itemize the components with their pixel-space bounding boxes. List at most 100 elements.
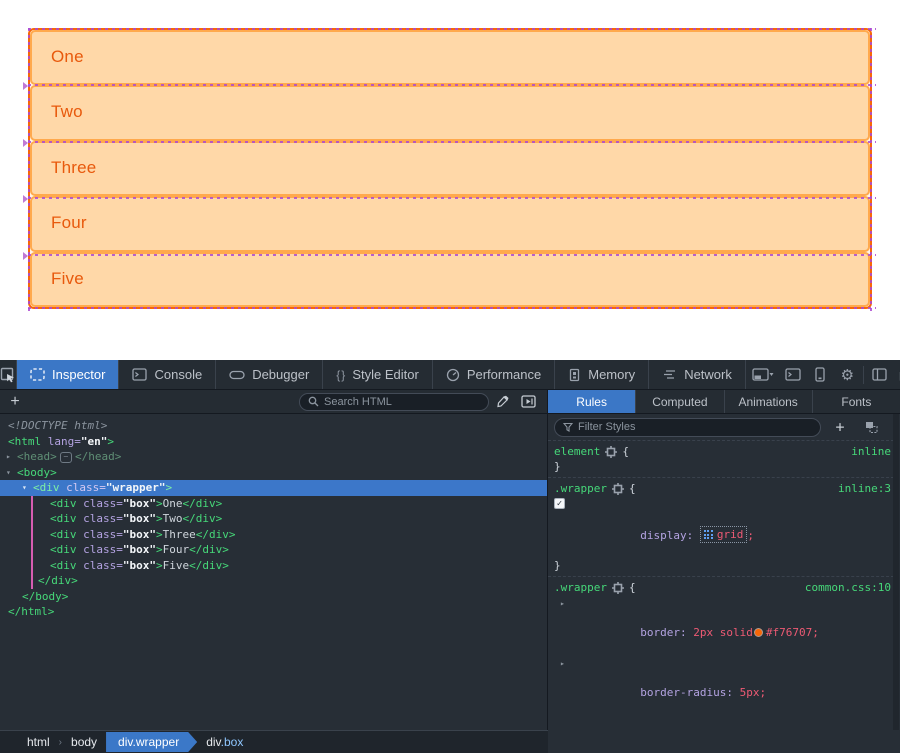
- breadcrumb: html › body div.wrapper div.box: [0, 730, 548, 753]
- tab-style-editor[interactable]: { } Style Editor: [323, 360, 433, 389]
- tab-debugger[interactable]: Debugger: [216, 360, 323, 389]
- tab-label: Inspector: [52, 367, 105, 382]
- tab-label: Memory: [588, 367, 635, 382]
- rule-source-link[interactable]: inline:3: [838, 481, 891, 496]
- tree-line-html[interactable]: <html lang="en">: [0, 434, 547, 450]
- separate-window-button[interactable]: [893, 360, 900, 389]
- color-swatch[interactable]: [754, 628, 763, 637]
- tree-line-div-wrapper-selected[interactable]: ▾<div class="wrapper">: [0, 480, 547, 496]
- highlighter-target-icon[interactable]: [612, 582, 624, 594]
- breadcrumb-item-html[interactable]: html: [18, 735, 59, 749]
- declaration-checkbox[interactable]: ✓: [554, 498, 565, 509]
- tree-line-body[interactable]: ▾<body>: [0, 465, 547, 481]
- grid-box: Four: [30, 196, 870, 251]
- filter-styles-box[interactable]: [554, 418, 821, 437]
- tab-memory[interactable]: Memory: [555, 360, 649, 389]
- boxed-play-icon: [521, 395, 536, 408]
- rendered-page: One Two Three Four Five: [0, 0, 900, 360]
- tab-label: Debugger: [252, 367, 309, 382]
- tab-performance[interactable]: Performance: [433, 360, 555, 389]
- rule-source-link[interactable]: inline: [851, 444, 891, 459]
- expand-icon[interactable]: ▸: [560, 656, 565, 671]
- braces-icon: { }: [336, 368, 345, 382]
- grid-box: Five: [30, 252, 870, 307]
- tree-line-doctype[interactable]: <!DOCTYPE html>: [0, 418, 547, 434]
- inspector-icon: [30, 368, 45, 381]
- tree-line-close-body[interactable]: </body>: [0, 589, 547, 605]
- paint-flashing-button[interactable]: [515, 395, 541, 408]
- tree-line-close-div[interactable]: </div>: [0, 573, 547, 589]
- rule-element: element { inline }: [548, 440, 899, 477]
- grid-value-toggle[interactable]: grid: [700, 526, 748, 543]
- declaration-display-grid: ✓ display: grid;: [548, 496, 899, 558]
- rule-selector[interactable]: element: [554, 444, 600, 459]
- tab-inspector[interactable]: Inspector: [17, 360, 119, 389]
- declaration-background-color: background-color: #fff4e6;: [548, 715, 899, 730]
- markup-view: <!DOCTYPE html> <html lang="en"> ▸<head>…: [0, 414, 548, 730]
- grid-line-marker-icon: [23, 82, 28, 90]
- collapse-icon[interactable]: ▾: [6, 465, 17, 481]
- sidebar-toggle-button[interactable]: [866, 360, 893, 389]
- responsive-design-button[interactable]: [807, 360, 834, 389]
- devtools-panel: Inspector Console Debugger { } Style Edi…: [0, 360, 900, 753]
- grid-overlay-line: [870, 28, 872, 313]
- grid-box: Two: [30, 85, 870, 140]
- settings-button[interactable]: ⚙: [834, 360, 861, 389]
- dock-options-icon: [752, 368, 774, 381]
- markup-toolbar: +: [0, 390, 548, 413]
- grid-line-marker-icon: [23, 252, 28, 260]
- pseudo-class-icon: [865, 421, 879, 434]
- add-node-button[interactable]: +: [0, 393, 30, 411]
- eyedropper-button[interactable]: [489, 395, 515, 409]
- search-html-input[interactable]: [324, 396, 480, 408]
- split-console-button[interactable]: [780, 360, 807, 389]
- expand-icon[interactable]: ▸: [6, 449, 17, 465]
- breadcrumb-item-div-box[interactable]: div.box: [197, 735, 252, 749]
- performance-icon: [446, 368, 460, 382]
- tree-line-div-box[interactable]: <div class="box">Four</div>: [0, 542, 547, 558]
- eyedropper-icon: [495, 395, 509, 409]
- pick-element-icon: [0, 367, 16, 383]
- filter-styles-input[interactable]: [578, 421, 812, 433]
- rule-selector[interactable]: .wrapper: [554, 481, 607, 496]
- tab-rules[interactable]: Rules: [548, 390, 636, 413]
- tree-line-div-box[interactable]: <div class="box">Three</div>: [0, 527, 547, 543]
- pick-element-button[interactable]: [0, 360, 17, 389]
- rules-view: + element { inline: [548, 414, 899, 730]
- expand-icon[interactable]: ▸: [560, 596, 565, 611]
- tab-label: Style Editor: [352, 367, 418, 382]
- tree-line-div-box[interactable]: <div class="box">Two</div>: [0, 511, 547, 527]
- rules-filter-row: +: [548, 414, 899, 440]
- tab-console[interactable]: Console: [119, 360, 216, 389]
- collapsed-content-icon[interactable]: –: [60, 452, 72, 463]
- tree-line-div-box[interactable]: <div class="box">One</div>: [0, 496, 547, 512]
- grid-overlay-line: [28, 307, 876, 309]
- dock-options-button[interactable]: [746, 360, 780, 389]
- tab-computed[interactable]: Computed: [636, 390, 724, 413]
- rule-source-link[interactable]: common.css:10: [805, 580, 891, 595]
- tab-label: Console: [154, 367, 202, 382]
- grid-box: One: [30, 30, 870, 85]
- highlighter-target-icon[interactable]: [605, 446, 617, 458]
- tree-line-close-html[interactable]: </html>: [0, 604, 547, 620]
- sidebar-tabs: Rules Computed Animations Fonts: [548, 390, 900, 413]
- add-rule-button[interactable]: +: [827, 420, 853, 435]
- console-icon: [132, 368, 147, 381]
- tab-label: Performance: [467, 367, 541, 382]
- tree-line-div-box[interactable]: <div class="box">Five</div>: [0, 558, 547, 574]
- devtools-subbar: +: [0, 390, 900, 414]
- grid-highlighter-icon[interactable]: [704, 530, 713, 539]
- devtools-content: <!DOCTYPE html> <html lang="en"> ▸<head>…: [0, 414, 900, 730]
- search-html-box[interactable]: [299, 393, 489, 411]
- collapse-icon[interactable]: ▾: [22, 480, 33, 496]
- tree-line-head[interactable]: ▸<head>–</head>: [0, 449, 547, 465]
- rule-selector[interactable]: .wrapper: [554, 580, 607, 595]
- pseudo-class-panel-button[interactable]: [859, 421, 885, 434]
- breadcrumb-item-body[interactable]: body: [62, 735, 106, 749]
- tab-fonts[interactable]: Fonts: [813, 390, 900, 413]
- network-icon: [662, 369, 677, 380]
- tab-animations[interactable]: Animations: [725, 390, 813, 413]
- breadcrumb-item-div-wrapper-selected[interactable]: div.wrapper: [106, 732, 197, 752]
- highlighter-target-icon[interactable]: [612, 483, 624, 495]
- tab-network[interactable]: Network: [649, 360, 746, 389]
